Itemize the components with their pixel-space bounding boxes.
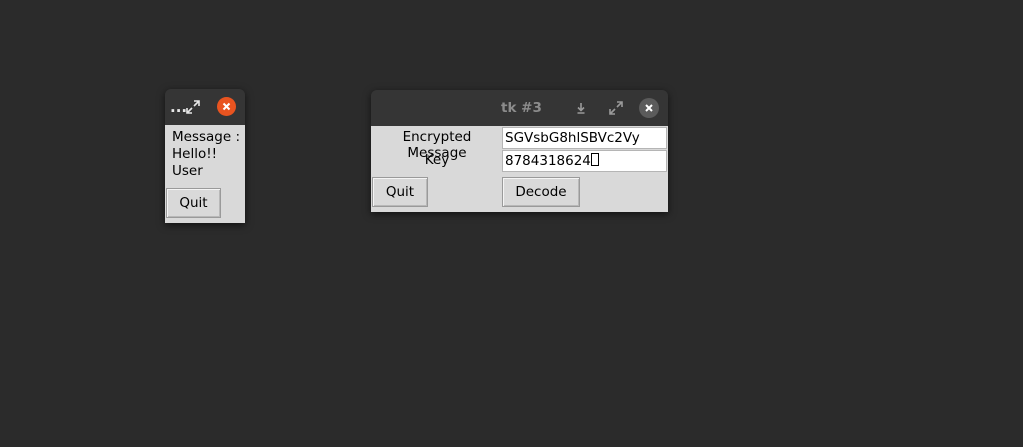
key-input[interactable]: 8784318624 [502, 150, 667, 172]
decode-button[interactable]: Decode [502, 177, 580, 207]
quit-button[interactable]: Quit [372, 177, 428, 207]
message-window-titlebar[interactable]: ... [165, 89, 245, 125]
decode-window: tk #3 Encrypted Message SGVsbG8hlSBVc2Vy… [371, 90, 668, 212]
encrypted-message-value: SGVsbG8hlSBVc2Vy [505, 130, 640, 146]
decode-window-body: Encrypted Message SGVsbG8hlSBVc2Vy Key 8… [371, 126, 668, 212]
encrypted-message-input[interactable]: SGVsbG8hlSBVc2Vy [502, 127, 667, 149]
key-value: 8784318624 [505, 153, 591, 169]
text-cursor [590, 153, 599, 166]
maximize-icon[interactable] [607, 99, 625, 117]
minimize-icon[interactable] [572, 99, 590, 117]
maximize-icon[interactable] [186, 99, 200, 114]
key-label: Key [424, 152, 450, 168]
decode-window-titlebar[interactable]: tk #3 [371, 90, 668, 126]
close-icon[interactable] [639, 98, 659, 118]
message-window: ... Message : Hello!! User Quit [165, 89, 245, 223]
window-title: tk #3 [501, 100, 542, 116]
message-label: Message : Hello!! User [172, 129, 241, 179]
desktop: ... Message : Hello!! User Quit tk #3 En… [0, 0, 1023, 447]
close-icon[interactable] [217, 97, 236, 116]
window-title: ... [170, 98, 188, 116]
message-window-body: Message : Hello!! User Quit [165, 125, 245, 223]
quit-button[interactable]: Quit [166, 188, 221, 218]
